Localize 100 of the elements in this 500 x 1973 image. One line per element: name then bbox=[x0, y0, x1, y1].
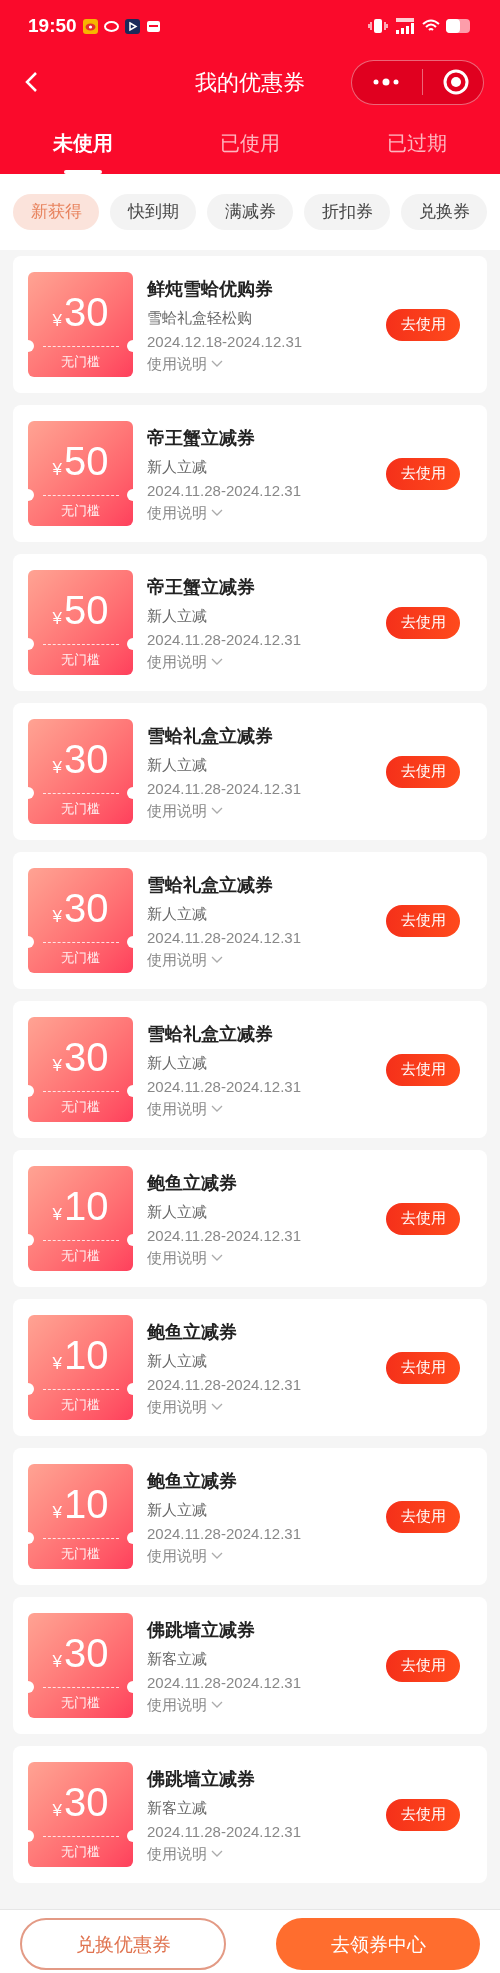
use-coupon-button[interactable]: 去使用 bbox=[386, 1202, 460, 1235]
currency-symbol: ¥ bbox=[52, 1800, 62, 1822]
filter-chip[interactable]: 快到期 bbox=[110, 194, 196, 230]
ticket-notch bbox=[127, 489, 133, 501]
chevron-down-icon bbox=[211, 1253, 223, 1262]
filter-chip[interactable]: 满减券 bbox=[207, 194, 293, 230]
usage-instructions-link[interactable]: 使用说明 bbox=[147, 1098, 302, 1119]
coupon-validity: 2024.11.28-2024.12.31 bbox=[147, 1076, 302, 1097]
coupon-amount: 30 bbox=[64, 885, 109, 932]
currency-symbol: ¥ bbox=[52, 1651, 62, 1673]
ticket-notch bbox=[127, 340, 133, 352]
currency-symbol: ¥ bbox=[52, 1353, 62, 1375]
tab[interactable]: 已使用 bbox=[220, 128, 280, 158]
use-coupon-button[interactable]: 去使用 bbox=[386, 1053, 460, 1086]
coupon-amount: 50 bbox=[64, 438, 109, 485]
coupon-title: 佛跳墙立减券 bbox=[147, 1617, 256, 1642]
coupon-title: 雪蛤礼盒立减券 bbox=[147, 872, 274, 897]
coupon-amount: 10 bbox=[64, 1332, 109, 1379]
chevron-down-icon bbox=[211, 1104, 223, 1113]
currency-symbol: ¥ bbox=[52, 459, 62, 481]
vibrate-icon bbox=[368, 18, 388, 34]
use-coupon-button[interactable]: 去使用 bbox=[386, 755, 460, 788]
ticket-notch bbox=[127, 787, 133, 799]
coupon-subtitle: 新客立减 bbox=[147, 1797, 208, 1818]
app-notification-icon bbox=[103, 18, 119, 34]
use-coupon-button[interactable]: 去使用 bbox=[386, 1351, 460, 1384]
page-title: 我的优惠券 bbox=[195, 68, 305, 97]
filter-chip[interactable]: 折扣券 bbox=[304, 194, 390, 230]
more-icon[interactable] bbox=[372, 78, 400, 86]
ticket-notch bbox=[127, 936, 133, 948]
coupon-subtitle: 新人立减 bbox=[147, 1499, 208, 1520]
signal-icon bbox=[394, 18, 416, 34]
chevron-down-icon bbox=[211, 657, 223, 666]
coupon-threshold: 无门槛 bbox=[61, 949, 100, 967]
close-icon[interactable] bbox=[443, 69, 469, 95]
chevron-down-icon bbox=[211, 359, 223, 368]
usage-instructions-link[interactable]: 使用说明 bbox=[147, 1694, 302, 1715]
status-time: 19:50 bbox=[28, 13, 77, 38]
ticket-notch bbox=[28, 638, 34, 650]
use-coupon-button[interactable]: 去使用 bbox=[386, 1649, 460, 1682]
use-coupon-button[interactable]: 去使用 bbox=[386, 1500, 460, 1533]
coupon-validity: 2024.11.28-2024.12.31 bbox=[147, 1672, 302, 1693]
coupon-subtitle: 新客立减 bbox=[147, 1648, 208, 1669]
ticket-notch bbox=[28, 787, 34, 799]
coupon-title: 鲍鱼立减券 bbox=[147, 1468, 238, 1493]
usage-instructions-link[interactable]: 使用说明 bbox=[147, 353, 303, 374]
redeem-coupon-button[interactable]: 兑换优惠券 bbox=[20, 1918, 226, 1970]
currency-symbol: ¥ bbox=[52, 608, 62, 630]
chevron-down-icon bbox=[211, 1700, 223, 1709]
ticket-notch bbox=[127, 1532, 133, 1544]
coupon-center-button[interactable]: 去领券中心 bbox=[276, 1918, 480, 1970]
ticket-notch bbox=[127, 1234, 133, 1246]
currency-symbol: ¥ bbox=[52, 1055, 62, 1077]
app-notification-icon bbox=[82, 18, 98, 34]
coupon-title: 鲜炖雪蛤优购券 bbox=[147, 276, 274, 301]
ticket-notch bbox=[127, 1681, 133, 1693]
chevron-down-icon bbox=[211, 1402, 223, 1411]
ticket-notch bbox=[28, 489, 34, 501]
coupon-amount: 30 bbox=[64, 736, 109, 783]
usage-instructions-link[interactable]: 使用说明 bbox=[147, 949, 302, 970]
currency-symbol: ¥ bbox=[52, 906, 62, 928]
use-coupon-button[interactable]: 去使用 bbox=[386, 606, 460, 639]
coupon-subtitle: 新人立减 bbox=[147, 754, 208, 775]
use-coupon-button[interactable]: 去使用 bbox=[386, 308, 460, 341]
usage-instructions-link[interactable]: 使用说明 bbox=[147, 651, 302, 672]
usage-instructions-link[interactable]: 使用说明 bbox=[147, 1545, 302, 1566]
currency-symbol: ¥ bbox=[52, 1204, 62, 1226]
ticket-notch bbox=[28, 340, 34, 352]
chevron-down-icon bbox=[211, 806, 223, 815]
filter-chip[interactable]: 新获得 bbox=[13, 194, 99, 230]
currency-symbol: ¥ bbox=[52, 757, 62, 779]
ticket-notch bbox=[127, 1830, 133, 1842]
coupon-subtitle: 新人立减 bbox=[147, 903, 208, 924]
coupon-threshold: 无门槛 bbox=[61, 1694, 100, 1712]
ticket-notch bbox=[28, 1234, 34, 1246]
use-coupon-button[interactable]: 去使用 bbox=[386, 457, 460, 490]
ticket-notch bbox=[28, 1681, 34, 1693]
use-coupon-button[interactable]: 去使用 bbox=[386, 1798, 460, 1831]
coupon-title: 帝王蟹立减券 bbox=[147, 425, 256, 450]
coupon-validity: 2024.11.28-2024.12.31 bbox=[147, 1374, 302, 1395]
tab[interactable]: 未使用 bbox=[53, 128, 114, 158]
tab[interactable]: 已过期 bbox=[386, 128, 447, 158]
app-notification-icon bbox=[124, 18, 140, 34]
filter-chip[interactable]: 兑换券 bbox=[401, 194, 487, 230]
coupon-title: 鲍鱼立减券 bbox=[147, 1170, 238, 1195]
coupon-subtitle: 新人立减 bbox=[147, 1201, 208, 1222]
usage-instructions-link[interactable]: 使用说明 bbox=[147, 800, 302, 821]
coupon-validity: 2024.11.28-2024.12.31 bbox=[147, 629, 302, 650]
ticket-notch bbox=[28, 1383, 34, 1395]
usage-instructions-link[interactable]: 使用说明 bbox=[147, 1843, 302, 1864]
use-coupon-button[interactable]: 去使用 bbox=[386, 904, 460, 937]
usage-instructions-link[interactable]: 使用说明 bbox=[147, 1396, 302, 1417]
coupon-title: 帝王蟹立减券 bbox=[147, 574, 256, 599]
usage-instructions-link[interactable]: 使用说明 bbox=[147, 502, 302, 523]
coupon-validity: 2024.11.28-2024.12.31 bbox=[147, 927, 302, 948]
coupon-subtitle: 雪蛤礼盒轻松购 bbox=[147, 307, 253, 328]
chevron-down-icon bbox=[211, 1551, 223, 1560]
coupon-validity: 2024.11.28-2024.12.31 bbox=[147, 778, 302, 799]
usage-instructions-link[interactable]: 使用说明 bbox=[147, 1247, 302, 1268]
back-icon[interactable] bbox=[24, 71, 38, 93]
